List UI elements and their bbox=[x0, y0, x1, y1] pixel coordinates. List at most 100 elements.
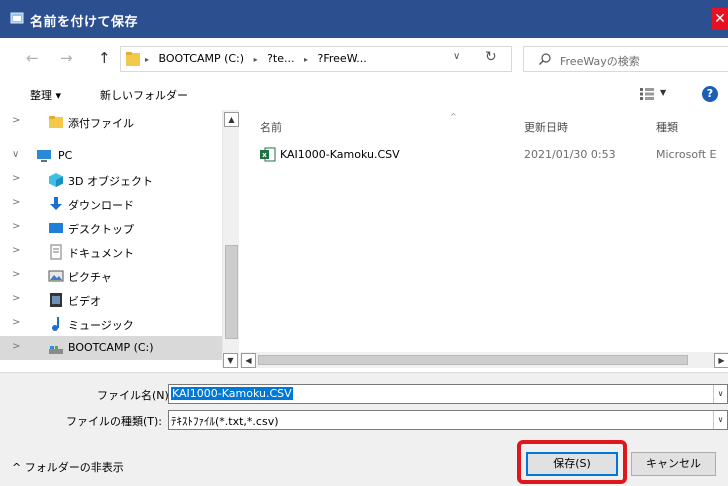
nav-item-desktop[interactable]: > デスクトップ bbox=[0, 216, 222, 240]
cancel-button[interactable]: キャンセル bbox=[631, 452, 716, 476]
file-type: Microsoft E bbox=[656, 148, 717, 161]
file-list: ^ 名前 更新日時 種類 x KAI1000-Kamoku.CSV 2021/0… bbox=[240, 110, 728, 364]
nav-scrollbar-bottom: ▼ bbox=[222, 352, 239, 368]
nav-item-downloads[interactable]: > ダウンロード bbox=[0, 192, 222, 216]
chevron-right-icon: ▸ bbox=[253, 55, 258, 64]
file-date: 2021/01/30 0:53 bbox=[524, 148, 616, 161]
address-row: ← → ↑ ▸ BOOTCAMP (C:) ▸ ?te... ▸ ?FreeW.… bbox=[0, 38, 728, 78]
chevron-right-icon: ▸ bbox=[304, 55, 309, 64]
nav-item-label: デスクトップ bbox=[68, 223, 134, 236]
nav-item-label: ドキュメント bbox=[68, 247, 134, 260]
nav-item-label: ミュージック bbox=[68, 319, 134, 332]
chevron-down-icon[interactable]: ∨ bbox=[12, 149, 19, 160]
save-button[interactable]: 保存(S) bbox=[526, 452, 618, 476]
nav-item-label: 添付ファイル bbox=[68, 117, 134, 130]
up-button[interactable]: ↑ bbox=[98, 50, 111, 66]
chevron-down-icon[interactable]: ∨ bbox=[453, 51, 460, 62]
nav-item-music[interactable]: > ミュージック bbox=[0, 312, 222, 336]
sort-indicator-icon: ^ bbox=[450, 112, 457, 121]
chevron-right-icon[interactable]: > bbox=[12, 197, 20, 208]
chevron-right-icon[interactable]: > bbox=[12, 115, 20, 126]
chevron-down-icon[interactable]: ∨ bbox=[713, 411, 727, 429]
file-name: KAI1000-Kamoku.CSV bbox=[280, 148, 400, 161]
close-button[interactable]: ✕ bbox=[712, 8, 728, 30]
file-list-scrollbar[interactable]: ◀ ▶ bbox=[240, 352, 728, 368]
nav-item-label: PC bbox=[58, 149, 73, 162]
search-placeholder: FreeWayの検索 bbox=[560, 55, 640, 68]
command-bar: 整理 ▾ 新しいフォルダー ▼ ? bbox=[0, 78, 728, 110]
app-icon bbox=[10, 12, 24, 24]
folder-icon bbox=[49, 116, 63, 128]
chevron-right-icon[interactable]: > bbox=[12, 269, 20, 280]
nav-item-documents[interactable]: > ドキュメント bbox=[0, 240, 222, 264]
scroll-down-button[interactable]: ▼ bbox=[223, 353, 238, 368]
computer-icon bbox=[37, 150, 51, 162]
excel-file-icon: x bbox=[260, 147, 276, 162]
nav-item-attachments[interactable]: > 添付ファイル bbox=[0, 110, 222, 134]
chevron-right-icon[interactable]: > bbox=[12, 317, 20, 328]
nav-item-label: ダウンロード bbox=[68, 199, 134, 212]
filename-input[interactable]: KAI1000-Kamoku.CSV ∨ bbox=[168, 384, 728, 404]
nav-item-label: 3D オブジェクト bbox=[68, 175, 153, 188]
picture-icon bbox=[48, 270, 64, 282]
nav-scrollbar[interactable]: ▲ bbox=[222, 110, 239, 364]
breadcrumb: ▸ BOOTCAMP (C:) ▸ ?te... ▸ ?FreeW... bbox=[145, 52, 373, 65]
address-bar[interactable]: ▸ BOOTCAMP (C:) ▸ ?te... ▸ ?FreeW... ∨ ↻ bbox=[120, 46, 512, 72]
title-bar: 名前を付けて保存 ✕ bbox=[0, 0, 728, 38]
filetype-value: ﾃｷｽﾄﾌｧｲﾙ(*.txt,*.csv) bbox=[171, 415, 279, 428]
breadcrumb-item[interactable]: ?FreeW... bbox=[318, 52, 367, 65]
music-icon bbox=[52, 317, 59, 331]
back-button[interactable]: ← bbox=[26, 50, 39, 66]
nav-item-pictures[interactable]: > ピクチャ bbox=[0, 264, 222, 288]
scroll-thumb[interactable] bbox=[258, 355, 688, 365]
breadcrumb-item[interactable]: BOOTCAMP (C:) bbox=[159, 52, 245, 65]
hide-folders-button[interactable]: ^ フォルダーの非表示 bbox=[12, 459, 124, 475]
chevron-right-icon: ▸ bbox=[145, 55, 150, 64]
scroll-up-button[interactable]: ▲ bbox=[224, 112, 239, 127]
download-icon bbox=[50, 197, 62, 210]
filetype-select[interactable]: ﾃｷｽﾄﾌｧｲﾙ(*.txt,*.csv) ∨ bbox=[168, 410, 728, 430]
help-icon[interactable]: ? bbox=[702, 86, 718, 102]
organize-button[interactable]: 整理 ▾ bbox=[30, 87, 61, 103]
cube-icon bbox=[49, 173, 63, 187]
svg-text:x: x bbox=[262, 151, 267, 159]
breadcrumb-item[interactable]: ?te... bbox=[267, 52, 294, 65]
nav-item-label: BOOTCAMP (C:) bbox=[68, 341, 154, 354]
video-icon bbox=[50, 293, 62, 307]
document-icon bbox=[50, 244, 62, 260]
column-header-date[interactable]: 更新日時 bbox=[524, 110, 568, 138]
chevron-right-icon[interactable]: > bbox=[12, 245, 20, 256]
chevron-right-icon[interactable]: > bbox=[12, 293, 20, 304]
scroll-thumb[interactable] bbox=[225, 245, 238, 339]
save-form: ファイル名(N): KAI1000-Kamoku.CSV ∨ ファイルの種類(T… bbox=[0, 372, 728, 486]
chevron-right-icon[interactable]: > bbox=[12, 173, 20, 184]
column-header-type[interactable]: 種類 bbox=[656, 110, 678, 138]
chevron-right-icon[interactable]: > bbox=[12, 221, 20, 232]
view-options-icon[interactable] bbox=[640, 88, 654, 100]
nav-item-label: ビデオ bbox=[68, 295, 101, 308]
scroll-right-button[interactable]: ▶ bbox=[714, 353, 728, 368]
desktop-icon bbox=[49, 223, 63, 233]
new-folder-button[interactable]: 新しいフォルダー bbox=[100, 87, 188, 103]
refresh-icon[interactable]: ↻ bbox=[485, 49, 497, 65]
scroll-left-button[interactable]: ◀ bbox=[241, 353, 256, 368]
filename-value: KAI1000-Kamoku.CSV bbox=[171, 387, 293, 400]
filetype-label: ファイルの種類(T): bbox=[66, 415, 163, 428]
search-icon bbox=[539, 53, 551, 65]
file-row[interactable]: x KAI1000-Kamoku.CSV 2021/01/30 0:53 Mic… bbox=[240, 144, 728, 166]
navigation-pane: > 添付ファイル ∨ PC > 3D オブジェクト > ダウンロード > デスク… bbox=[0, 110, 222, 364]
forward-button[interactable]: → bbox=[60, 50, 73, 66]
filename-label: ファイル名(N): bbox=[97, 389, 173, 402]
nav-item-videos[interactable]: > ビデオ bbox=[0, 288, 222, 312]
chevron-right-icon[interactable]: > bbox=[12, 341, 20, 352]
search-input[interactable]: FreeWayの検索 bbox=[523, 46, 728, 72]
chevron-down-icon[interactable]: ∨ bbox=[713, 385, 727, 403]
drive-icon bbox=[49, 346, 63, 354]
column-header-name[interactable]: 名前 bbox=[260, 110, 282, 138]
view-dropdown-icon[interactable]: ▼ bbox=[660, 88, 666, 97]
nav-item-3d-objects[interactable]: > 3D オブジェクト bbox=[0, 168, 222, 192]
nav-item-pc[interactable]: ∨ PC bbox=[0, 144, 222, 168]
nav-item-label: ピクチャ bbox=[68, 271, 112, 284]
folder-icon bbox=[126, 52, 140, 66]
nav-item-bootcamp-drive[interactable]: > BOOTCAMP (C:) bbox=[0, 336, 222, 360]
